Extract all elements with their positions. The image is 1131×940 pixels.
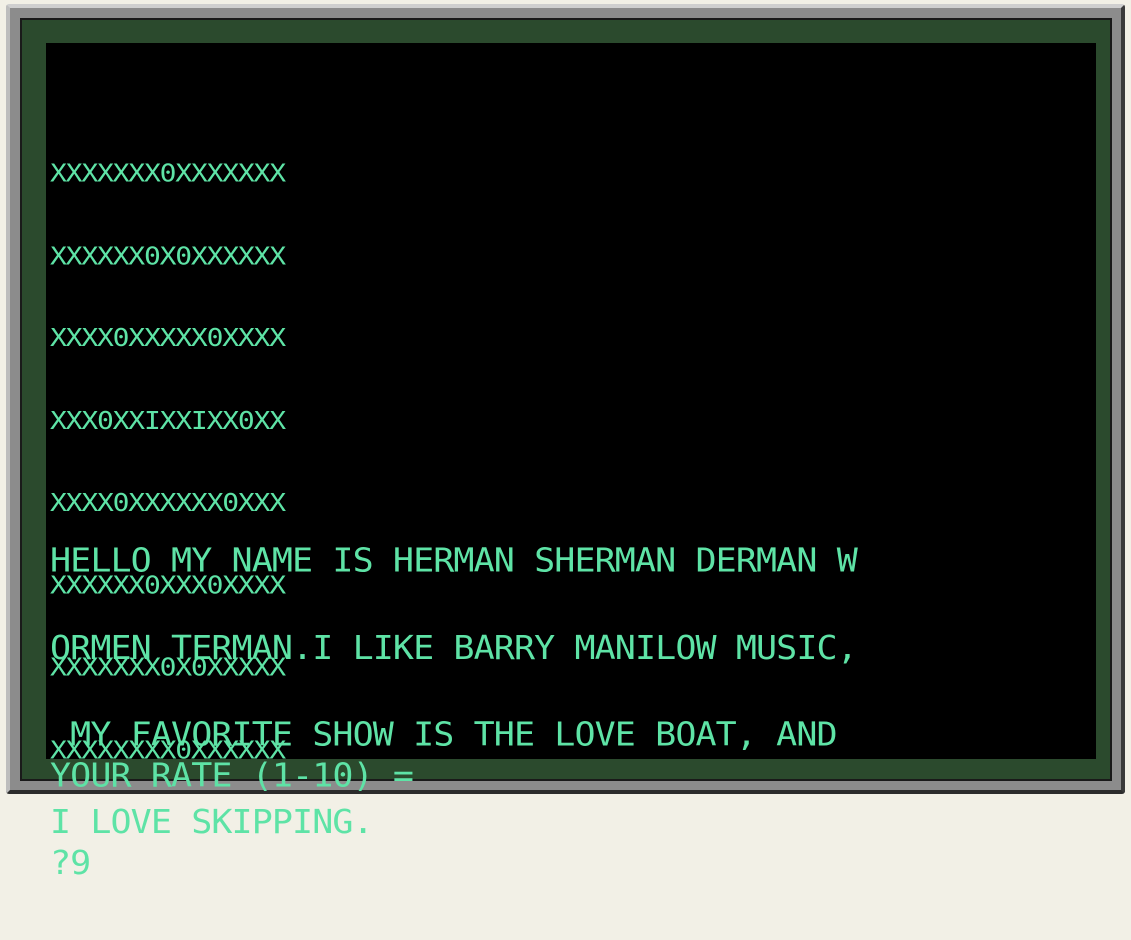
message-line: HELLO MY NAME IS HERMAN SHERMAN DERMAN W bbox=[50, 542, 858, 581]
ascii-art-line: XXXX0XXXXX0XXXX bbox=[50, 322, 286, 353]
message-line: ORMEN TERMAN.I LIKE BARRY MANILOW MUSIC, bbox=[50, 629, 858, 668]
monitor-bezel: XXXXXXX0XXXXXXX XXXXXX0X0XXXXXX XXXX0XXX… bbox=[20, 18, 1112, 879]
terminal-screen[interactable]: XXXXXXX0XXXXXXX XXXXXX0X0XXXXXX XXXX0XXX… bbox=[46, 43, 1096, 879]
monitor-frame: XXXXXXX0XXXXXXX XXXXXX0X0XXXXXX XXXX0XXX… bbox=[6, 4, 1125, 879]
rating-prompt: YOUR RATE (1-10) = ?9 bbox=[50, 704, 414, 936]
rating-input[interactable]: ?9 bbox=[50, 847, 413, 880]
rating-prompt-label: YOUR RATE (1-10) = bbox=[50, 757, 414, 796]
ascii-art-line: XXX0XXIXXIXX0XX bbox=[50, 405, 286, 435]
ascii-art-line: XXXXXX0X0XXXXXX bbox=[50, 240, 286, 271]
ascii-art-line: XXXXXXX0XXXXXXX bbox=[50, 158, 286, 188]
